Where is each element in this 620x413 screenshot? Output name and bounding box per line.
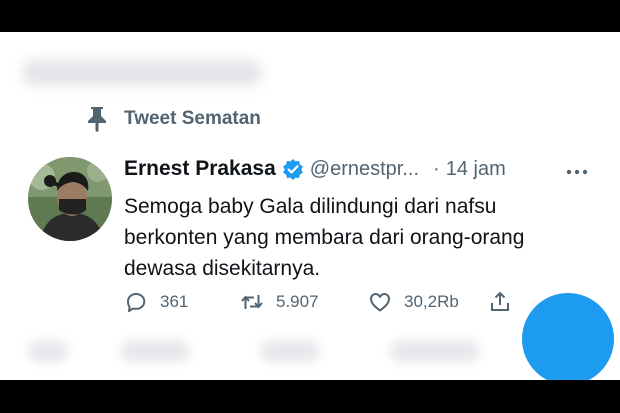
more-options-icon[interactable] (565, 168, 589, 176)
retweet-count: 5.907 (276, 292, 319, 311)
share-button[interactable] (488, 290, 524, 314)
blurred-bottom-navigation (0, 322, 620, 380)
blurred-header-text (22, 60, 262, 86)
pinned-label: Tweet Sematan (124, 108, 261, 129)
like-count: 30,2Rb (404, 292, 459, 311)
tweet-text-line: dewasa disekitarnya. (124, 257, 321, 280)
author-handle[interactable]: @ernestpr... (310, 158, 419, 181)
separator-dot: · (433, 157, 440, 180)
avatar-photo (28, 157, 112, 241)
verified-badge-icon (282, 159, 303, 180)
pinned-tweet-indicator: Tweet Sematan (86, 106, 261, 132)
letterbox-bottom (0, 380, 620, 413)
like-button[interactable]: 30,2Rb (368, 290, 459, 314)
share-icon (491, 291, 509, 311)
tweet-timestamp[interactable]: 14 jam (446, 158, 506, 181)
retweet-icon (241, 295, 263, 309)
pin-icon (88, 107, 106, 132)
avatar[interactable] (28, 157, 112, 241)
heart-icon (370, 293, 390, 312)
tweet-text-line: berkonten yang membara dari orang-orang (124, 226, 525, 249)
reply-icon (127, 293, 146, 313)
reply-button[interactable]: 361 (124, 290, 188, 314)
reply-count: 361 (160, 292, 189, 311)
author-name[interactable]: Ernest Prakasa (124, 157, 276, 181)
tweet-actions: 361 5.907 30,2Rb (124, 290, 544, 316)
retweet-button[interactable]: 5.907 (240, 290, 319, 314)
twitter-profile-screen: Tweet Sematan Ernest Prakasa @ernestpr..… (0, 32, 620, 380)
tweet-text: Semoga baby Gala dilindungi dari nafsu b… (124, 191, 594, 284)
letterbox-top (0, 0, 620, 32)
tweet-text-line: Semoga baby Gala dilindungi dari nafsu (124, 195, 497, 218)
tweet-header: Ernest Prakasa @ernestpr... · 14 jam (124, 157, 506, 181)
